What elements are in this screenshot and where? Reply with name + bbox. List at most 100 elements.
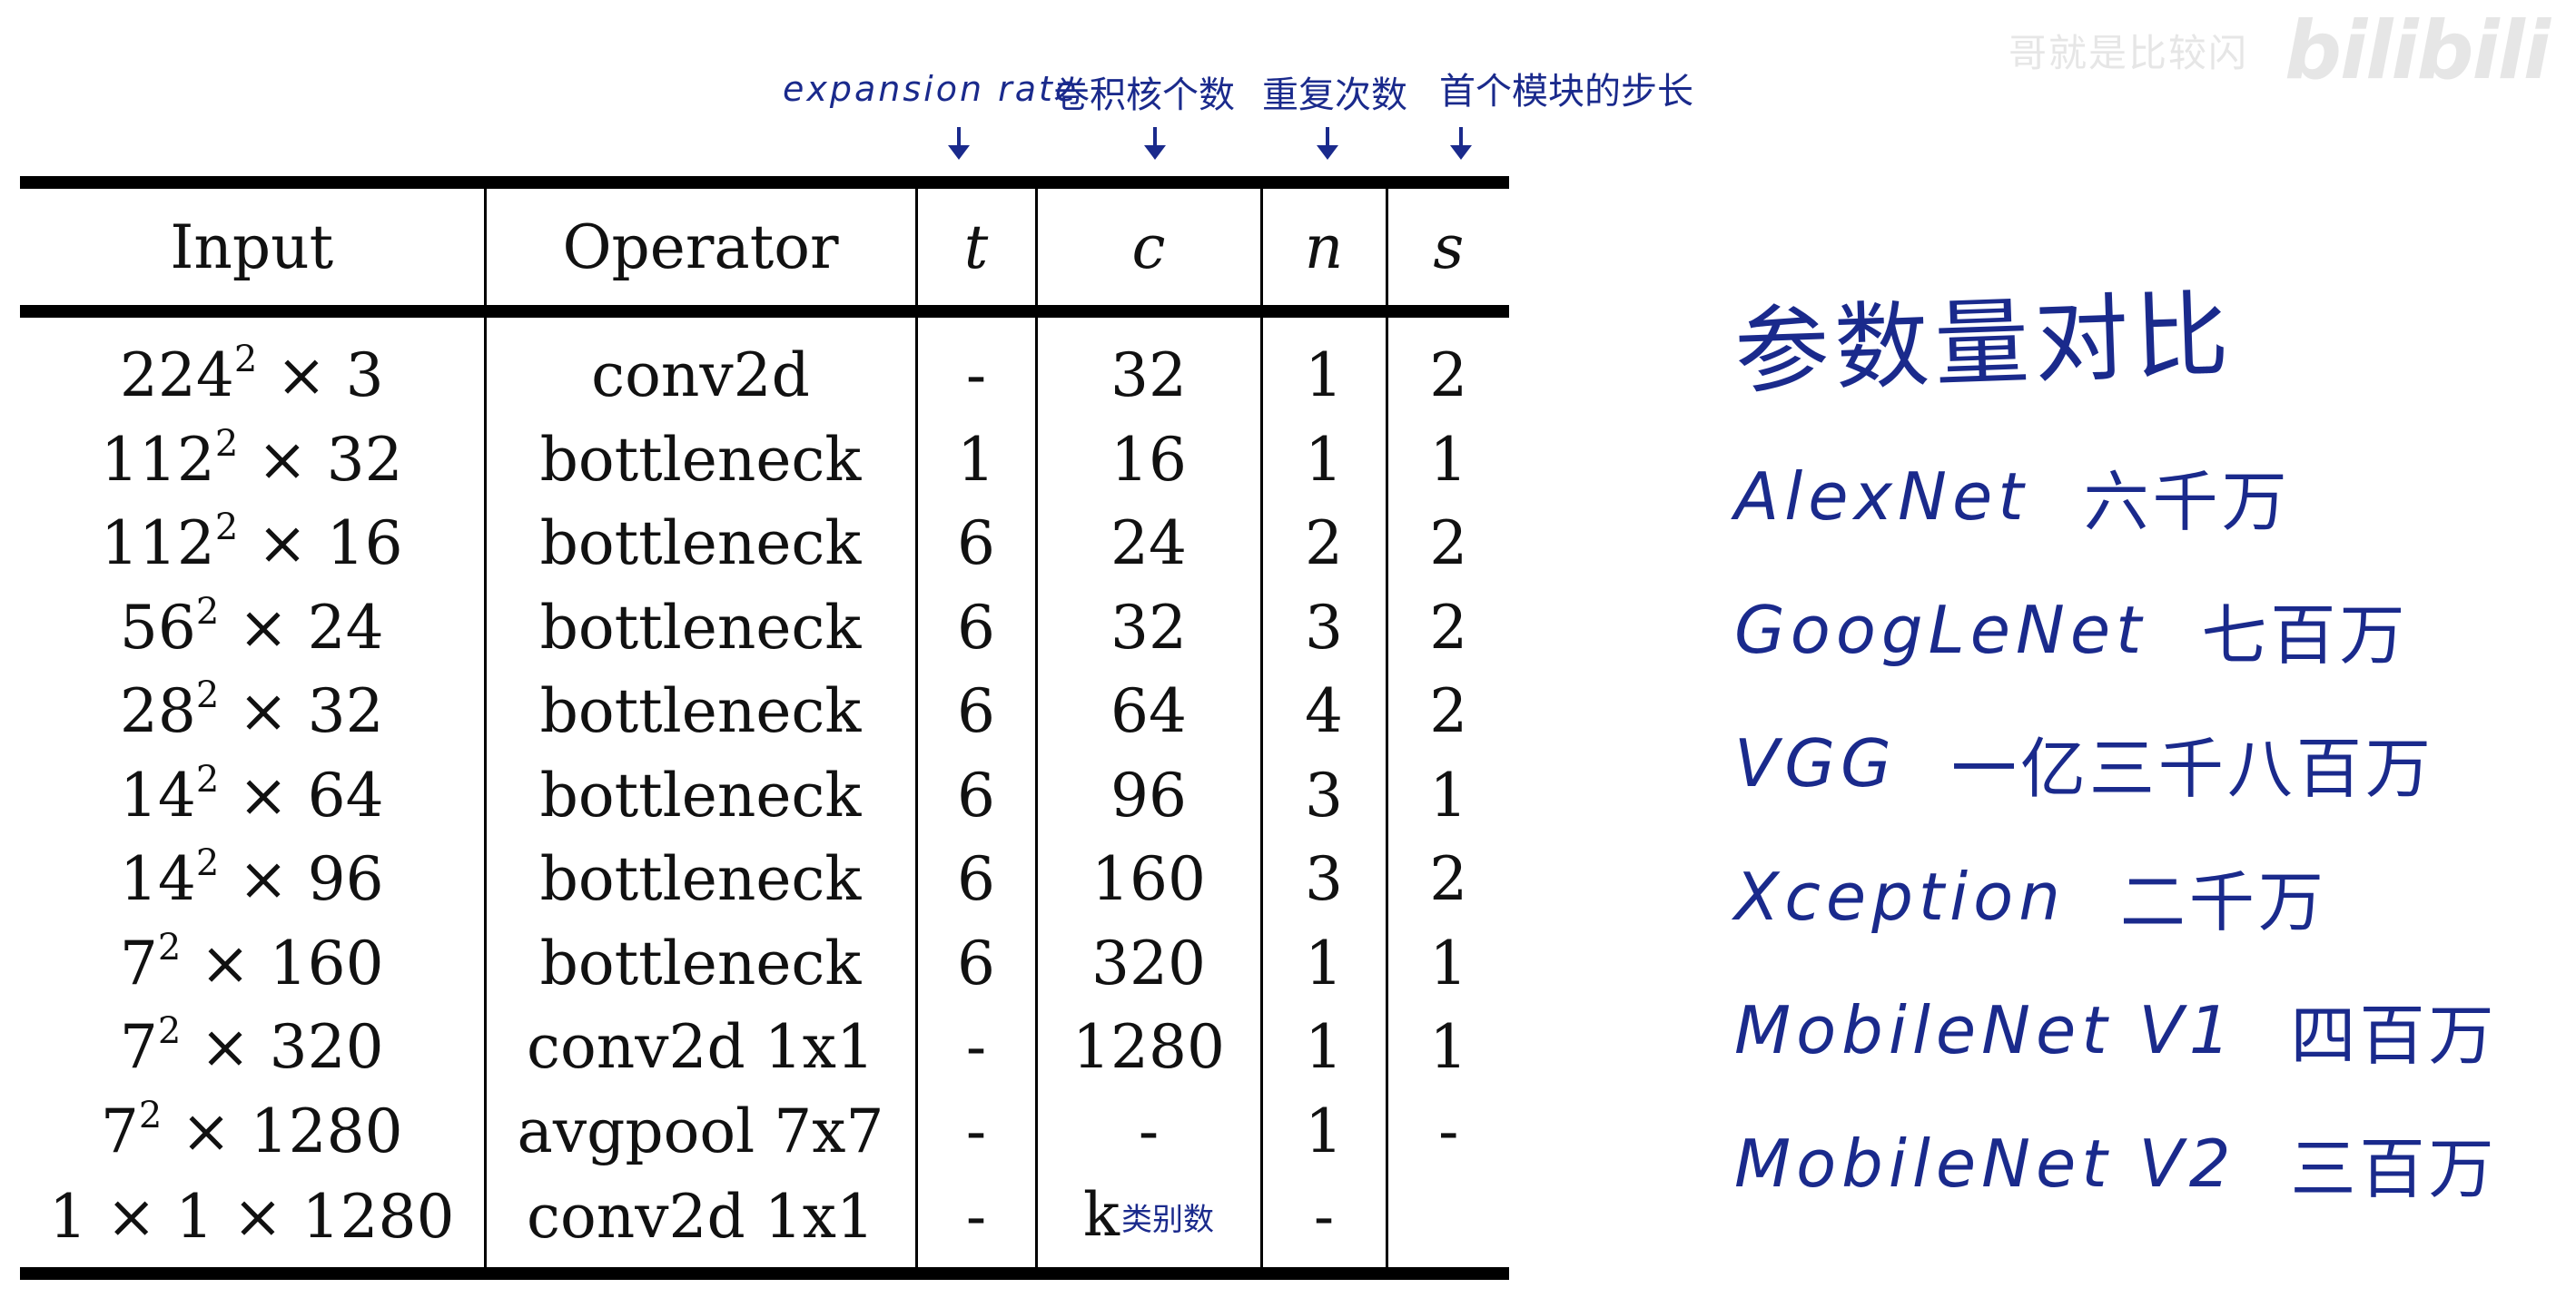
header-c: c xyxy=(1034,189,1261,305)
cell-s: 2 xyxy=(1385,502,1509,586)
cell-t: 6 xyxy=(914,502,1036,586)
arrow-n xyxy=(1317,127,1338,160)
cell-input: 142 × 64 xyxy=(119,758,384,831)
cell-operator: avgpool 7x7 xyxy=(483,1089,916,1174)
comparison-item: MobileNet V1 四百万 xyxy=(1734,963,2498,1096)
cell-t: - xyxy=(914,318,1036,418)
cell-c: 64 xyxy=(1034,670,1261,754)
cell-c: 96 xyxy=(1034,753,1261,838)
param-count: 二千万 xyxy=(2119,864,2327,940)
table-row: 1122 × 32 bottleneck 1 16 1 1 xyxy=(20,418,1509,502)
header-n: n xyxy=(1259,189,1387,305)
cell-input: 1 × 1 × 1280 xyxy=(49,1182,455,1253)
table-row: 562 × 24 bottleneck 6 32 3 2 xyxy=(20,585,1509,670)
cell-operator: bottleneck xyxy=(483,418,916,502)
header-input: Input xyxy=(170,211,334,282)
table-row: 142 × 64 bottleneck 6 96 3 1 xyxy=(20,753,1509,838)
watermark-text: 哥就是比较闪 xyxy=(2008,31,2249,75)
param-count: 六千万 xyxy=(2083,464,2291,540)
table-row: 142 × 96 bottleneck 6 160 3 2 xyxy=(20,838,1509,922)
cell-t: - xyxy=(914,1006,1036,1090)
cell-t: 6 xyxy=(914,585,1036,670)
table-row: 72 × 160 bottleneck 6 320 1 1 xyxy=(20,921,1509,1006)
cell-s xyxy=(1385,1174,1509,1268)
cell-input: 282 × 32 xyxy=(119,674,384,746)
table-row: 1 × 1 × 1280 conv2d 1x1- k类别数 - xyxy=(20,1174,1509,1268)
cell-operator: bottleneck xyxy=(483,753,916,838)
cell-s: 1 xyxy=(1385,1006,1509,1090)
cell-c: 16 xyxy=(1034,418,1261,502)
param-count: 七百万 xyxy=(2201,597,2409,674)
table-row: 2242 × 3 conv2d -32 1 2 xyxy=(20,318,1509,418)
model-name: MobileNet V2 xyxy=(1734,1125,2236,1202)
bottom-rule xyxy=(20,1267,1509,1281)
cell-c: - xyxy=(1034,1089,1261,1174)
table-header-row: Input Operator t c n s xyxy=(20,189,1509,305)
header-s: s xyxy=(1385,189,1509,305)
cell-n: 2 xyxy=(1259,502,1387,586)
cell-input: 2242 × 3 xyxy=(119,339,384,410)
cell-n: 1 xyxy=(1259,318,1387,418)
cell-operator: bottleneck xyxy=(483,670,916,754)
cell-input: 1122 × 32 xyxy=(100,422,403,495)
cell-c: 1280 xyxy=(1034,1006,1261,1090)
cell-s: 2 xyxy=(1385,585,1509,670)
arrow-c xyxy=(1144,127,1166,160)
cell-c: k类别数 xyxy=(1034,1174,1261,1268)
model-name: AlexNet xyxy=(1734,457,2029,535)
model-name: GoogLeNet xyxy=(1734,591,2147,668)
cell-n: 3 xyxy=(1259,838,1387,922)
annotation-c: 卷积核个数 xyxy=(1053,74,1235,116)
cell-operator: bottleneck xyxy=(483,921,916,1006)
table-row: 72 × 1280 avgpool 7x7- -1- xyxy=(20,1089,1509,1174)
comparison-title: 参数量对比 xyxy=(1732,279,2236,408)
cell-n: 1 xyxy=(1259,418,1387,502)
cell-c: 160 xyxy=(1034,838,1261,922)
header-t: t xyxy=(914,189,1036,305)
cell-operator: bottleneck xyxy=(483,838,916,922)
mid-rule xyxy=(20,305,1509,318)
table-row: 282 × 32 bottleneck 6 64 4 2 xyxy=(20,670,1509,754)
cell-s: 1 xyxy=(1385,418,1509,502)
table-row: 1122 × 16 bottleneck 6 24 2 2 xyxy=(20,502,1509,586)
param-count: 四百万 xyxy=(2290,998,2498,1074)
cell-c: 320 xyxy=(1034,921,1261,1006)
cell-t: 1 xyxy=(914,418,1036,502)
cell-t: - xyxy=(914,1174,1036,1268)
annotation-s: 首个模块的步长 xyxy=(1439,71,1693,113)
cell-n: - xyxy=(1259,1174,1387,1268)
cell-input: 1122 × 16 xyxy=(100,506,403,578)
cell-t: 6 xyxy=(914,838,1036,922)
bilibili-logo: bilibili xyxy=(2285,4,2551,97)
comparison-item: Xception 二千万 xyxy=(1734,830,2498,963)
cell-input: 72 × 160 xyxy=(119,926,384,998)
cell-operator: conv2d xyxy=(483,318,916,418)
model-name: VGG xyxy=(1734,724,1897,801)
param-count: 一亿三千八百万 xyxy=(1950,731,2434,807)
cell-input: 72 × 320 xyxy=(119,1010,384,1082)
comparison-item: AlexNet 六千万 xyxy=(1734,429,2498,563)
cell-c: 24 xyxy=(1034,502,1261,586)
header-operator: Operator xyxy=(483,189,916,305)
cell-s: 2 xyxy=(1385,838,1509,922)
cell-s: 1 xyxy=(1385,753,1509,838)
cell-s: - xyxy=(1385,1089,1509,1174)
cell-c: 32 xyxy=(1034,318,1261,418)
top-rule xyxy=(20,176,1509,189)
cell-t: 6 xyxy=(914,670,1036,754)
comparison-item: VGG 一亿三千八百万 xyxy=(1734,696,2498,830)
cell-n: 3 xyxy=(1259,753,1387,838)
model-name: Xception xyxy=(1734,858,2066,935)
cell-n: 3 xyxy=(1259,585,1387,670)
class-count-note: 类别数 xyxy=(1121,1201,1214,1238)
cell-n: 1 xyxy=(1259,921,1387,1006)
param-count: 三百万 xyxy=(2290,1131,2498,1207)
comparison-item: MobileNet V2 三百万 xyxy=(1734,1096,2498,1230)
cell-input: 562 × 24 xyxy=(119,590,384,663)
cell-operator: conv2d 1x1 xyxy=(483,1174,916,1268)
annotation-n: 重复次数 xyxy=(1262,74,1407,116)
table-row: 72 × 320 conv2d 1x1-1280 1 1 xyxy=(20,1006,1509,1090)
cell-s: 2 xyxy=(1385,318,1509,418)
cell-operator: bottleneck xyxy=(483,585,916,670)
arrow-t xyxy=(948,127,970,160)
